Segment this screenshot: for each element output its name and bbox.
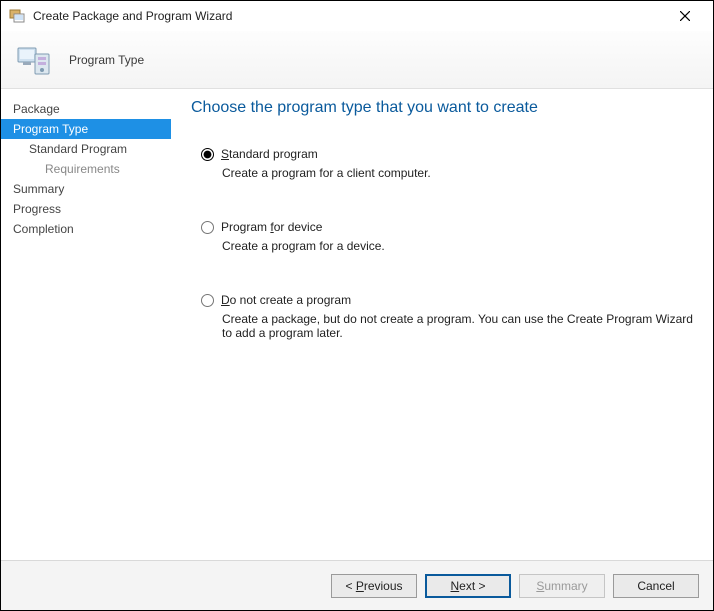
wizard-nav: Package Program Type Standard Program Re… xyxy=(1,89,171,560)
option-do-not-create: Do not create a program Create a package… xyxy=(191,293,695,340)
app-icon xyxy=(9,8,25,24)
nav-package[interactable]: Package xyxy=(1,99,171,119)
nav-completion[interactable]: Completion xyxy=(1,219,171,239)
wizard-content: Choose the program type that you want to… xyxy=(171,89,713,560)
summary-button: Summary xyxy=(519,574,605,598)
option-standard-program: Standard program Create a program for a … xyxy=(191,147,695,180)
next-button[interactable]: Next > xyxy=(425,574,511,598)
previous-button[interactable]: < Previous xyxy=(331,574,417,598)
wizard-footer: < Previous Next > Summary Cancel xyxy=(1,560,713,610)
option-program-for-device-row[interactable]: Program for device xyxy=(201,220,695,234)
option-program-for-device-label: Program for device xyxy=(221,220,322,234)
content-heading: Choose the program type that you want to… xyxy=(191,99,695,117)
nav-program-type[interactable]: Program Type xyxy=(1,119,171,139)
wizard-body: Package Program Type Standard Program Re… xyxy=(1,89,713,560)
nav-progress[interactable]: Progress xyxy=(1,199,171,219)
option-standard-program-label: Standard program xyxy=(221,147,318,161)
wizard-header: Program Type xyxy=(1,31,713,89)
nav-summary[interactable]: Summary xyxy=(1,179,171,199)
nav-requirements[interactable]: Requirements xyxy=(1,159,171,179)
option-program-for-device-desc: Create a program for a device. xyxy=(222,239,695,253)
option-do-not-create-label: Do not create a program xyxy=(221,293,351,307)
radio-do-not-create[interactable] xyxy=(201,294,214,307)
option-standard-program-desc: Create a program for a client computer. xyxy=(222,166,695,180)
program-type-icon xyxy=(15,40,55,80)
nav-standard-program[interactable]: Standard Program xyxy=(1,139,171,159)
radio-standard-program[interactable] xyxy=(201,148,214,161)
option-standard-program-row[interactable]: Standard program xyxy=(201,147,695,161)
title-bar: Create Package and Program Wizard xyxy=(1,1,713,31)
radio-program-for-device[interactable] xyxy=(201,221,214,234)
option-do-not-create-row[interactable]: Do not create a program xyxy=(201,293,695,307)
option-program-for-device: Program for device Create a program for … xyxy=(191,220,695,253)
cancel-button[interactable]: Cancel xyxy=(613,574,699,598)
wizard-header-title: Program Type xyxy=(69,53,144,67)
option-do-not-create-desc: Create a package, but do not create a pr… xyxy=(222,312,695,340)
window-title: Create Package and Program Wizard xyxy=(33,9,665,23)
close-button[interactable] xyxy=(665,2,705,30)
